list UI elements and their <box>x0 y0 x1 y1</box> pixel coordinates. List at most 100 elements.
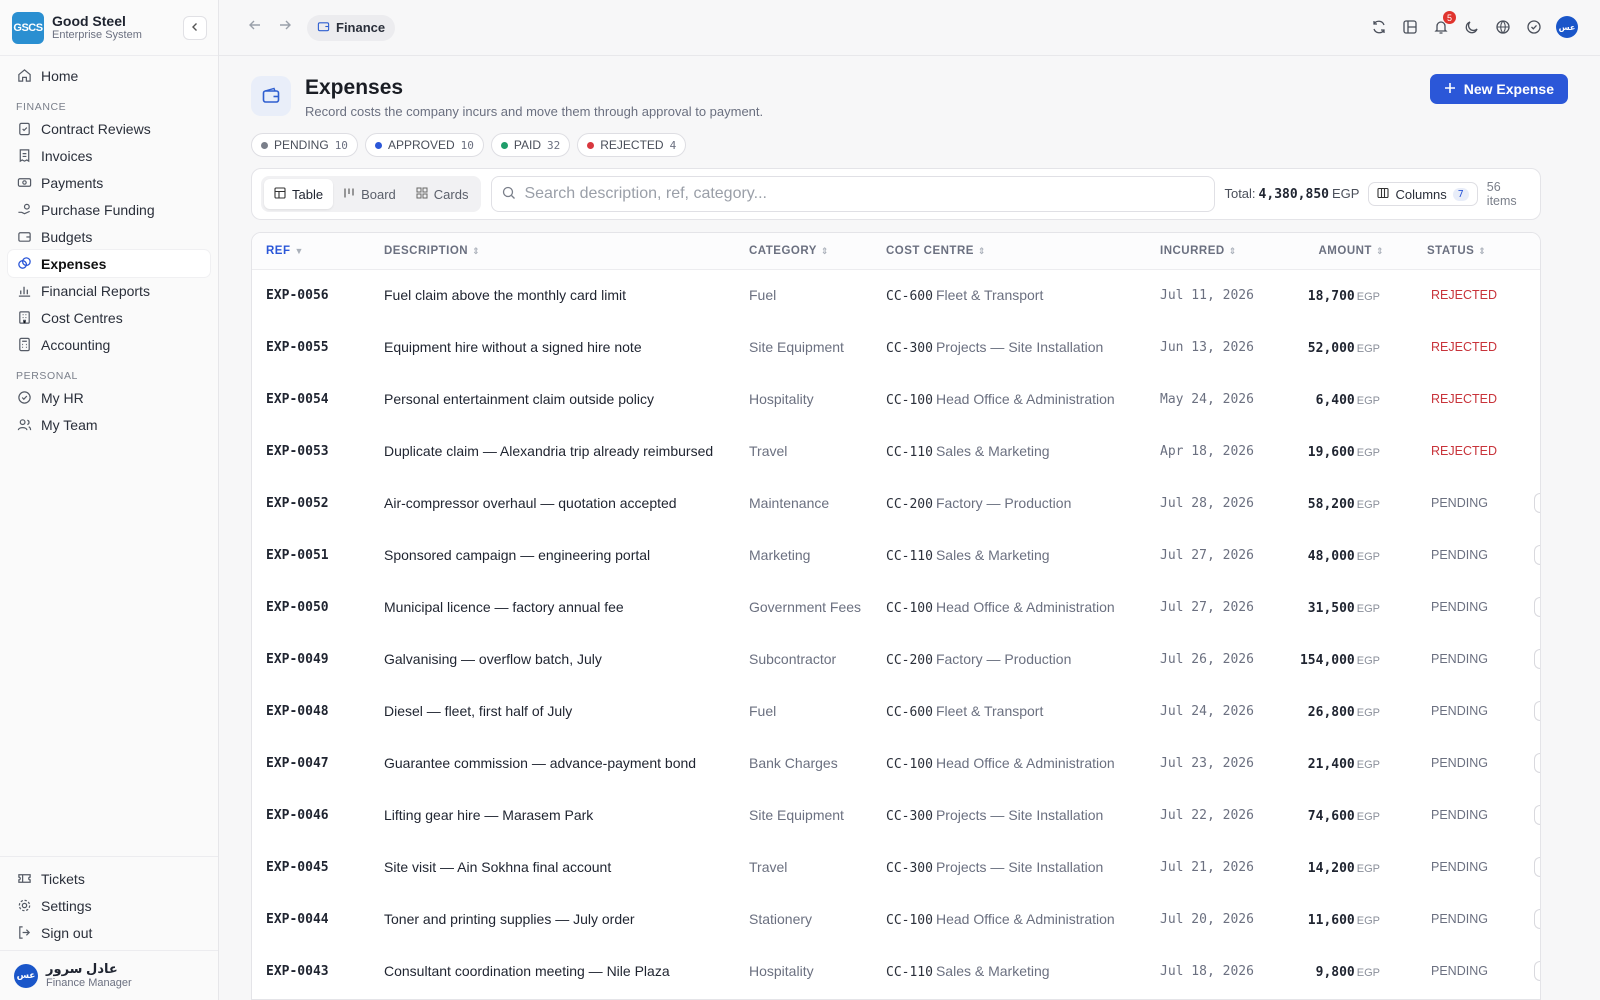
column-header-status[interactable]: STATUS ⇕ <box>1408 233 1540 270</box>
cell-ref[interactable]: EXP-0050 <box>252 581 370 633</box>
user-profile[interactable]: عس عادل سرور Finance Manager <box>0 950 218 1000</box>
sidebar-item-invoices[interactable]: Invoices <box>8 142 210 169</box>
row-action-button[interactable] <box>1534 753 1540 773</box>
cell-incurred: Jul 27, 2026 <box>1160 547 1254 563</box>
globe-icon[interactable] <box>1494 18 1512 36</box>
apps-icon[interactable] <box>1401 18 1419 36</box>
column-header-amount[interactable]: AMOUNT ⇕ <box>1276 233 1408 270</box>
sidebar-item-expenses[interactable]: Expenses <box>8 250 210 277</box>
cell-ref[interactable]: EXP-0049 <box>252 633 370 685</box>
cell-cost-centre: CC-300 Projects — Site Installation <box>872 789 1146 841</box>
table-row[interactable]: EXP-0054 Personal entertainment claim out… <box>252 373 1540 425</box>
table-row[interactable]: EXP-0056 Fuel claim above the monthly car… <box>252 269 1540 321</box>
cell-ref[interactable]: EXP-0046 <box>252 789 370 841</box>
cell-ref[interactable]: EXP-0053 <box>252 425 370 477</box>
sidebar-item-my-team[interactable]: My Team <box>8 411 210 438</box>
cell-ref[interactable]: EXP-0051 <box>252 529 370 581</box>
sidebar-item-budgets[interactable]: Budgets <box>8 223 210 250</box>
column-header-category[interactable]: CATEGORY ⇕ <box>735 233 872 270</box>
status-pill-approved[interactable]: APPROVED 10 <box>364 133 484 157</box>
row-action-button[interactable] <box>1534 909 1540 929</box>
table-row[interactable]: EXP-0047 Guarantee commission — advance-p… <box>252 737 1540 789</box>
sidebar-item-tickets[interactable]: Tickets <box>8 865 210 892</box>
cell-ref[interactable]: EXP-0045 <box>252 841 370 893</box>
status-pill-paid[interactable]: PAID 32 <box>490 133 571 157</box>
forward-arrow-icon[interactable] <box>277 18 293 37</box>
amount-currency: EGP <box>1356 602 1380 615</box>
table-row[interactable]: EXP-0045 Site visit — Ain Sokhna final ac… <box>252 841 1540 893</box>
table-row[interactable]: EXP-0044 Toner and printing supplies — Ju… <box>252 893 1540 945</box>
view-table-label: Table <box>292 186 324 202</box>
new-expense-button[interactable]: New Expense <box>1429 74 1568 104</box>
sidebar-item-home[interactable]: Home <box>8 62 210 89</box>
row-action-button[interactable] <box>1534 805 1540 825</box>
row-action-button[interactable] <box>1534 961 1540 981</box>
sidebar-item-purchase-funding[interactable]: Purchase Funding <box>8 196 210 223</box>
cell-ref[interactable]: EXP-0055 <box>252 321 370 373</box>
cost-centre-name: Head Office & Administration <box>935 598 1115 615</box>
columns-button[interactable]: Columns 7 <box>1368 182 1478 206</box>
total-value: 4,380,850 <box>1258 187 1329 202</box>
view-board-button[interactable]: Board <box>333 179 406 209</box>
cost-centre-name: Factory — Production <box>935 650 1072 667</box>
bell-icon[interactable]: 5 <box>1432 11 1456 36</box>
table-row[interactable]: EXP-0051 Sponsored campaign — engineering… <box>252 529 1540 581</box>
cell-ref[interactable]: EXP-0043 <box>252 945 370 997</box>
row-action-button[interactable] <box>1534 649 1540 669</box>
search-input[interactable] <box>524 185 1205 203</box>
status-pill-pending[interactable]: PENDING 10 <box>251 133 358 157</box>
row-action-button[interactable] <box>1534 597 1540 617</box>
sidebar-item-sign-out[interactable]: Sign out <box>8 919 210 946</box>
cell-amount: 21,400 EGP <box>1276 737 1408 789</box>
row-action-button[interactable] <box>1534 857 1540 877</box>
building-icon <box>16 310 32 326</box>
moon-icon[interactable] <box>1463 18 1481 36</box>
cell-status: PENDING <box>1408 893 1540 945</box>
back-arrow-icon[interactable] <box>247 18 263 37</box>
cell-ref[interactable]: EXP-0044 <box>252 893 370 945</box>
sidebar-item-my-hr[interactable]: My HR <box>8 384 210 411</box>
cell-description: Galvanising — overflow batch, July <box>384 651 602 667</box>
columns-label: Columns <box>1395 186 1447 202</box>
cell-ref[interactable]: EXP-0048 <box>252 685 370 737</box>
table-row[interactable]: EXP-0053 Duplicate claim — Alexandria tri… <box>252 425 1540 477</box>
table-row[interactable]: EXP-0055 Equipment hire without a signed … <box>252 321 1540 373</box>
column-header-cost-centre[interactable]: COST CENTRE ⇕ <box>872 233 1146 270</box>
collapse-sidebar-button[interactable] <box>183 16 207 40</box>
sidebar: GSCS Good Steel Enterprise System Home F… <box>0 0 219 1000</box>
table-row[interactable]: EXP-0046 Lifting gear hire — Marasem Park… <box>252 789 1540 841</box>
sidebar-item-cost-centres[interactable]: Cost Centres <box>8 304 210 331</box>
refresh-icon[interactable] <box>1370 18 1388 36</box>
table-row[interactable]: EXP-0050 Municipal licence — factory annu… <box>252 581 1540 633</box>
sidebar-item-accounting[interactable]: Accounting <box>8 331 210 358</box>
row-action-button[interactable] <box>1534 493 1540 513</box>
view-table-button[interactable]: Table <box>264 179 334 209</box>
columns-count-badge: 7 <box>1452 187 1469 201</box>
avatar[interactable]: عس <box>1556 16 1578 38</box>
sidebar-item-financial-reports[interactable]: Financial Reports <box>8 277 210 304</box>
amount-value: 18,700 <box>1307 288 1355 304</box>
column-header-description[interactable]: DESCRIPTION ⇕ <box>370 233 735 270</box>
table-row[interactable]: EXP-0052 Air-compressor overhaul — quotat… <box>252 477 1540 529</box>
total-label: Total: <box>1224 186 1256 201</box>
status-pill-rejected[interactable]: REJECTED 4 <box>577 133 687 157</box>
cell-ref[interactable]: EXP-0054 <box>252 373 370 425</box>
sidebar-item-payments[interactable]: Payments <box>8 169 210 196</box>
column-header-incurred[interactable]: INCURRED ⇕ <box>1146 233 1276 270</box>
breadcrumb[interactable]: Finance <box>307 14 396 41</box>
column-header-ref[interactable]: REF ▼ <box>252 233 370 270</box>
cell-ref[interactable]: EXP-0056 <box>252 269 370 321</box>
cell-ref[interactable]: EXP-0052 <box>252 477 370 529</box>
sidebar-item-settings[interactable]: Settings <box>8 892 210 919</box>
sidebar-item-contract-reviews[interactable]: Contract Reviews <box>8 115 210 142</box>
cell-ref[interactable]: EXP-0047 <box>252 737 370 789</box>
row-action-button[interactable] <box>1534 701 1540 721</box>
check-circle-icon[interactable] <box>1525 18 1543 36</box>
row-action-button[interactable] <box>1534 545 1540 565</box>
amount-value: 9,800 <box>1315 964 1355 980</box>
cell-amount: 26,800 EGP <box>1276 685 1408 737</box>
table-row[interactable]: EXP-0043 Consultant coordination meeting … <box>252 945 1540 997</box>
view-cards-button[interactable]: Cards <box>406 179 479 209</box>
table-row[interactable]: EXP-0049 Galvanising — overflow batch, Ju… <box>252 633 1540 685</box>
table-row[interactable]: EXP-0048 Diesel — fleet, first half of Ju… <box>252 685 1540 737</box>
